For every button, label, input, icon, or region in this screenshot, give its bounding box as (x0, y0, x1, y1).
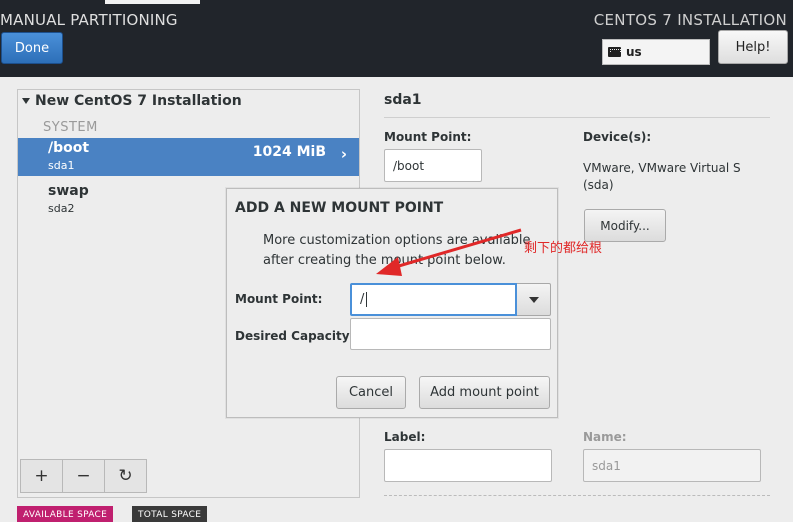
remove-mount-button[interactable]: − (63, 460, 105, 492)
partition-title: sda1 (384, 92, 422, 108)
add-mount-button[interactable]: + (21, 460, 63, 492)
text-cursor (366, 292, 368, 307)
mount-toolbar: + − ↻ (20, 459, 147, 493)
cancel-button[interactable]: Cancel (336, 376, 406, 409)
chevron-right-icon: › (340, 145, 347, 163)
installation-expander[interactable]: New CentOS 7 Installation (22, 93, 242, 109)
mount-point-name: /boot (48, 140, 90, 156)
installation-title: New CentOS 7 Installation (35, 93, 242, 109)
name-field-label: Name: (583, 430, 627, 444)
mount-row-boot[interactable]: /boot sda1 1024 MiB › (18, 138, 359, 176)
refresh-icon[interactable]: ↻ (105, 460, 146, 492)
add-mount-point-button[interactable]: Add mount point (419, 376, 550, 409)
keyboard-layout-indicator[interactable]: us (602, 39, 710, 65)
dialog-capacity-label: Desired Capacity: (235, 329, 355, 343)
divider (384, 117, 770, 118)
mount-point-label: Mount Point: (384, 130, 472, 144)
mount-point-dropdown-button[interactable] (517, 283, 551, 316)
label-field[interactable] (384, 449, 552, 482)
expander-triangle-icon (22, 98, 30, 104)
dashed-divider (384, 495, 770, 496)
label-field-label: Label: (384, 430, 426, 444)
keyboard-icon (608, 47, 621, 57)
section-label-system: SYSTEM (43, 120, 98, 135)
product-title: CENTOS 7 INSTALLATION (593, 11, 787, 29)
done-button[interactable]: Done (1, 32, 63, 64)
mount-point-name: swap (48, 183, 89, 199)
devices-text: VMware, VMware Virtual S (sda) (583, 161, 741, 192)
name-field[interactable]: sda1 (583, 449, 761, 482)
available-space-badge: AVAILABLE SPACE (17, 506, 114, 522)
total-space-badge: TOTAL SPACE (132, 506, 208, 522)
mount-point-combobox[interactable]: / (350, 283, 551, 316)
mount-point-field[interactable]: /boot (384, 149, 482, 182)
mount-point-entry[interactable]: / (350, 283, 517, 316)
help-button[interactable]: Help! (718, 30, 788, 64)
desired-capacity-input[interactable] (350, 318, 551, 350)
page-title: MANUAL PARTITIONING (0, 11, 178, 29)
mount-size: 1024 MiB (252, 144, 326, 160)
chevron-down-icon (528, 296, 539, 303)
header-bar: MANUAL PARTITIONING CENTOS 7 INSTALLATIO… (0, 0, 793, 77)
annotation-text: 剩下的都给根 (524, 241, 603, 256)
dialog-title: ADD A NEW MOUNT POINT (235, 200, 444, 216)
tab-strip (105, 0, 200, 4)
dialog-info-text: More customization options are available… (263, 233, 531, 268)
devices-label: Device(s): (583, 130, 652, 144)
mount-point-entry-value: / (360, 292, 365, 307)
dialog-mount-point-label: Mount Point: (235, 292, 323, 306)
mount-device-name: sda2 (48, 202, 75, 215)
mount-device-name: sda1 (48, 159, 75, 172)
add-mount-point-dialog: ADD A NEW MOUNT POINT More customization… (226, 188, 558, 418)
keyboard-layout-label: us (626, 45, 642, 59)
